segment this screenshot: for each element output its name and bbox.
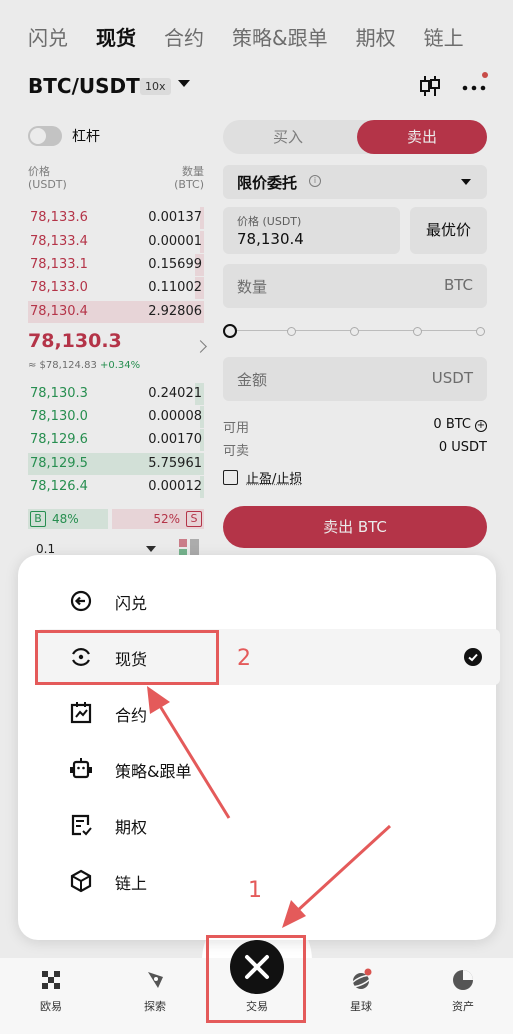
nav-label: 欧易: [40, 1000, 62, 1013]
menu-item-strategy[interactable]: 策略&跟单: [36, 741, 500, 797]
menu-item-label: 期权: [115, 818, 148, 837]
strategy-bot-icon: [70, 758, 92, 779]
assets-pie-icon: [453, 970, 473, 990]
explore-icon: [148, 972, 163, 988]
annotation-box-1: [206, 935, 306, 1023]
options-icon: [71, 814, 92, 836]
onchain-icon: [70, 869, 92, 893]
nav-label: 探索: [144, 1000, 166, 1013]
menu-item-label: 链上: [115, 874, 148, 893]
menu-item-label: 闪兑: [115, 594, 148, 613]
nav-label: 资产: [452, 1000, 474, 1013]
nav-item-explore[interactable]: 探索: [120, 968, 190, 1024]
annotation-label-2: 2: [237, 646, 251, 671]
check-icon: [464, 648, 482, 666]
annotation-box-2: [35, 630, 219, 685]
menu-item-label: 策略&跟单: [115, 762, 192, 781]
menu-item-options[interactable]: 期权: [36, 797, 500, 853]
menu-item-label: 合约: [115, 706, 148, 725]
annotation-label-1: 1: [248, 878, 262, 903]
contract-icon: [70, 702, 92, 724]
okx-logo-icon: [42, 971, 60, 989]
menu-item-contract[interactable]: 合约: [36, 685, 500, 741]
menu-item-flash-swap[interactable]: 闪兑: [36, 573, 500, 629]
nav-item-okx[interactable]: 欧易: [16, 968, 86, 1024]
nav-item-planet[interactable]: 星球: [326, 968, 396, 1024]
flash-swap-icon: [70, 590, 92, 612]
menu-item-onchain[interactable]: 链上: [36, 853, 500, 909]
planet-icon: [350, 968, 372, 989]
nav-item-assets[interactable]: 资产: [428, 968, 498, 1024]
nav-label: 星球: [350, 1000, 372, 1013]
